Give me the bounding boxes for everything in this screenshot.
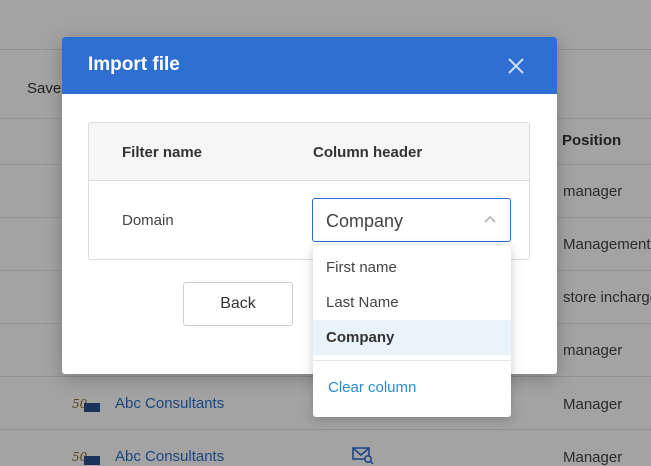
dropdown-divider — [313, 360, 511, 361]
clear-column-link[interactable]: Clear column — [328, 379, 416, 396]
dropdown-option-company[interactable]: Company — [313, 320, 511, 355]
modal-header: Import file — [62, 37, 557, 94]
close-icon[interactable] — [505, 55, 527, 77]
back-button[interactable]: Back — [183, 282, 293, 326]
select-value: Company — [326, 211, 404, 231]
column-header-header: Column header — [313, 144, 423, 161]
filter-name-cell: Domain — [122, 212, 174, 229]
dropdown-option-first-name[interactable]: First name — [313, 250, 511, 285]
table-header: Filter name Column header — [89, 123, 529, 181]
chevron-up-icon — [484, 215, 496, 223]
modal-title: Import file — [88, 54, 180, 75]
column-dropdown-menu: First name Last Name Company Clear colum… — [313, 245, 511, 417]
dropdown-option-last-name[interactable]: Last Name — [313, 285, 511, 320]
column-header-select[interactable]: Company — [312, 198, 511, 242]
filter-name-header: Filter name — [122, 144, 203, 161]
